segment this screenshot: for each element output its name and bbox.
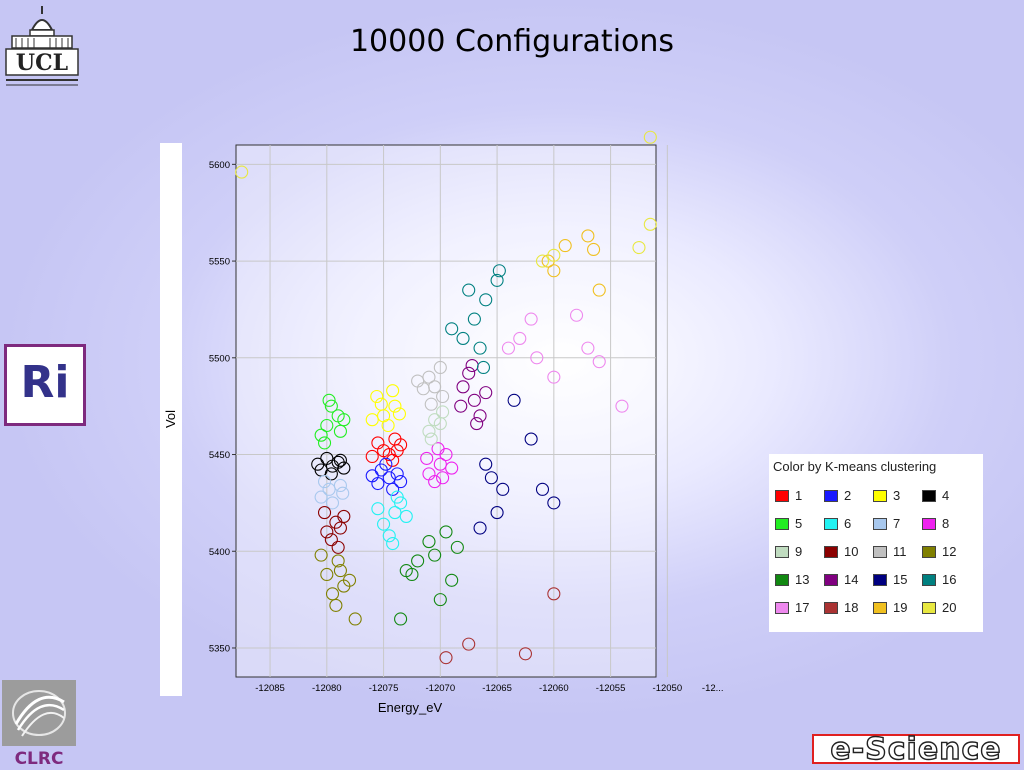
x-axis-label: Energy_eV [378, 700, 443, 715]
legend-swatch [922, 518, 936, 530]
y-tick-label: 5500 [209, 353, 230, 364]
legend-label: 8 [942, 516, 950, 531]
legend-label: 20 [942, 600, 957, 615]
y-tick-label: 5450 [209, 450, 230, 461]
legend-label: 13 [795, 572, 810, 587]
legend-label: 18 [844, 600, 859, 615]
legend-label: 7 [893, 516, 901, 531]
legend-label: 16 [942, 572, 957, 587]
legend-label: 5 [795, 516, 803, 531]
legend-label: 1 [795, 488, 803, 503]
legend-swatch [873, 546, 887, 558]
legend-label: 19 [893, 600, 908, 615]
legend-swatch [873, 574, 887, 586]
x-tick-label: -12080 [312, 683, 342, 694]
y-axis-label: Vol [163, 410, 178, 428]
legend-label: 15 [893, 572, 908, 587]
legend-swatch [824, 518, 838, 530]
x-tick-label: -12085 [255, 683, 285, 694]
legend-swatch [775, 602, 789, 614]
x-tick-label: -12070 [426, 683, 456, 694]
x-tick-label: -12055 [596, 683, 626, 694]
y-tick-label: 5550 [209, 257, 230, 268]
y-tick-label: 5400 [209, 547, 230, 558]
x-tick-label: -12... [702, 683, 724, 694]
x-tick-label: -12065 [482, 683, 512, 694]
legend-label: 6 [844, 516, 852, 531]
legend-swatch [775, 574, 789, 586]
legend-swatch [775, 490, 789, 502]
legend-swatch [775, 518, 789, 530]
legend-label: 11 [893, 544, 907, 559]
legend-swatch [922, 546, 936, 558]
x-tick-label: -12050 [653, 683, 683, 694]
data-point-cluster-20 [643, 130, 657, 144]
legend-label: 2 [844, 488, 852, 503]
legend-swatch [824, 490, 838, 502]
legend-swatch [775, 546, 789, 558]
legend-label: 9 [795, 544, 803, 559]
legend-swatch [922, 602, 936, 614]
legend-swatch [873, 518, 887, 530]
y-tick-label: 5350 [209, 643, 230, 654]
legend-label: 4 [942, 488, 950, 503]
legend-label: 10 [844, 544, 859, 559]
y-tick-label: 5600 [209, 160, 230, 171]
legend-swatch [873, 490, 887, 502]
legend-label: 17 [795, 600, 810, 615]
legend-label: 12 [942, 544, 957, 559]
legend-label: 14 [844, 572, 859, 587]
scatter-chart: -12085 -12080 -12075 -12070 -12065 -12060 -120… [160, 130, 724, 715]
legend-label: 3 [893, 488, 901, 503]
legend-swatch [824, 574, 838, 586]
x-tick-label: -12075 [369, 683, 399, 694]
legend-swatch [922, 490, 936, 502]
legend-swatch [873, 602, 887, 614]
legend-swatch [824, 602, 838, 614]
x-tick-label: -12060 [539, 683, 569, 694]
legend-title: Color by K-means clustering [773, 459, 937, 474]
chart-legend: Color by K-means clustering 1 2 3 4 5 6 7 8 9 10 1… [769, 454, 983, 632]
legend-swatch [824, 546, 838, 558]
legend-swatch [922, 574, 936, 586]
